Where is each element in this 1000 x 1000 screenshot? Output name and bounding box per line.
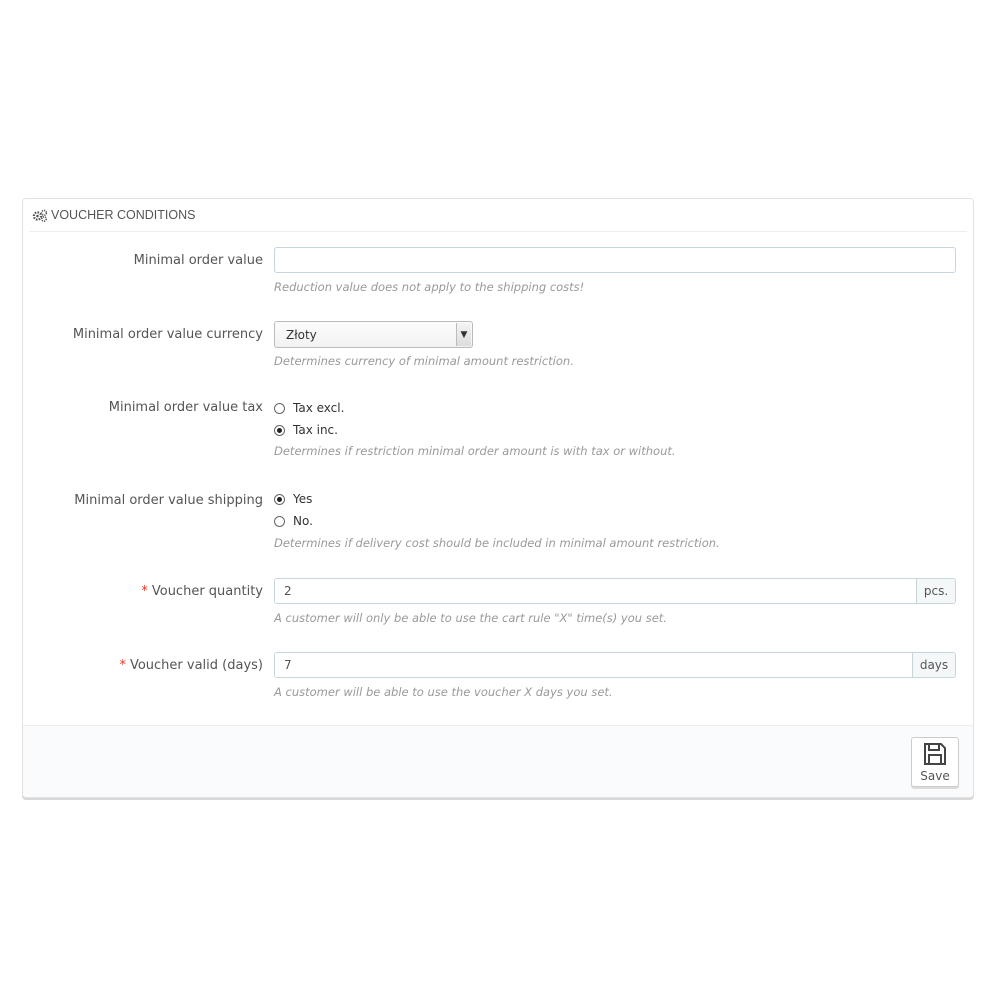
voucher-valid-label: * Voucher valid (days) [119,658,263,673]
shipping-help: Determines if delivery cost should be in… [274,536,720,550]
tax-inc-label: Tax inc. [293,423,338,437]
voucher-quantity-suffix: pcs. [917,578,956,604]
currency-label: Minimal order value currency [72,327,263,342]
tax-help: Determines if restriction minimal order … [274,444,676,458]
chevron-down-icon[interactable]: ▼ [456,323,471,346]
voucher-quantity-help: A customer will only be able to use the … [274,611,667,625]
voucher-valid-suffix: days [913,652,956,678]
tax-inc-radio[interactable] [274,424,285,436]
save-button[interactable]: Save [911,737,959,787]
voucher-valid-input[interactable]: 7 [274,652,913,678]
tax-inc-option[interactable]: Tax inc. [274,420,344,440]
voucher-valid-group: 7 days [274,652,956,678]
currency-help: Determines currency of minimal amount re… [274,354,574,368]
currency-select[interactable]: Złoty ▼ [274,321,473,348]
shipping-no-radio[interactable] [274,515,285,527]
voucher-valid-help: A customer will be able to use the vouch… [274,685,613,699]
voucher-quantity-label: * Voucher quantity [141,584,263,599]
tax-excl-radio[interactable] [274,402,285,414]
required-marker: * [119,658,126,673]
shipping-yes-option[interactable]: Yes [274,489,313,509]
minimal-order-value-label: Minimal order value [133,253,263,268]
tax-excl-label: Tax excl. [293,401,345,415]
minimal-order-value-input[interactable] [274,247,956,273]
voucher-quantity-group: 2 pcs. [274,578,956,604]
panel-title: VOUCHER CONDITIONS [51,208,196,222]
required-marker: * [141,584,148,599]
panel-footer: Save [23,725,973,797]
panel-heading: VOUCHER CONDITIONS [29,199,967,232]
shipping-yes-radio[interactable] [274,493,285,505]
voucher-conditions-panel: VOUCHER CONDITIONS Minimal order value R… [22,198,974,798]
minimal-order-value-help: Reduction value does not apply to the sh… [274,280,585,294]
cogs-icon [32,209,48,222]
voucher-quantity-input[interactable]: 2 [274,578,917,604]
currency-selected-value: Złoty [286,327,317,342]
save-label: Save [920,768,950,783]
tax-excl-option[interactable]: Tax excl. [274,398,344,418]
shipping-yes-label: Yes [293,492,313,506]
floppy-disk-icon [924,742,946,765]
shipping-no-label: No. [293,514,313,528]
tax-label: Minimal order value tax [108,400,263,415]
shipping-label: Minimal order value shipping [74,493,263,508]
shipping-no-option[interactable]: No. [274,511,313,531]
